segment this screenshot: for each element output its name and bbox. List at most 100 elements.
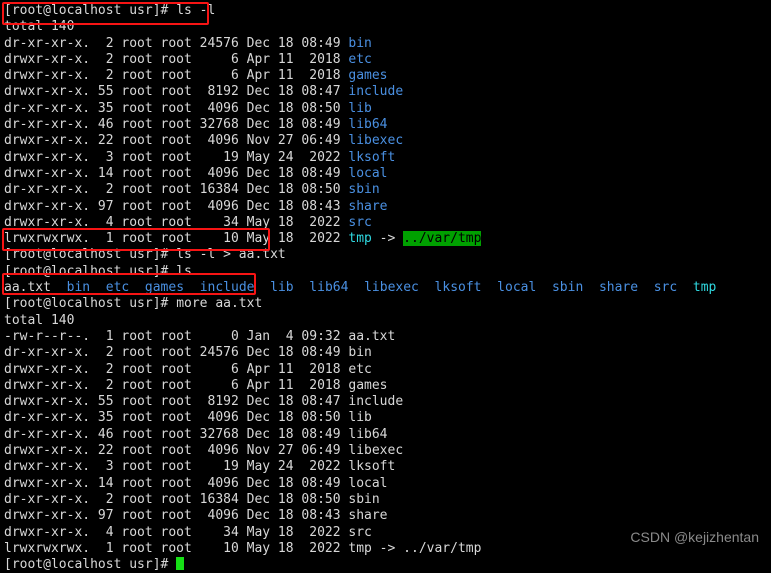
file-meta: dr-xr-xr-x. 2 root root 16384 Dec 18 08:… <box>4 491 349 507</box>
file-row: dr-xr-xr-x. 46 root root 32768 Dec 18 08… <box>4 117 771 133</box>
file-name: games <box>348 377 388 393</box>
file-meta: drwxr-xr-x. 4 root root 34 May 18 2022 <box>4 214 349 230</box>
file-row: drwxr-xr-x. 22 root root 4096 Nov 27 06:… <box>4 133 771 149</box>
file-row: drwxr-xr-x. 3 root root 19 May 24 2022 l… <box>4 459 771 475</box>
file-name: sbin <box>348 182 380 198</box>
file-name: tmp -> ../var/tmp <box>348 540 482 556</box>
file-name: libexec <box>348 443 404 459</box>
prompt-line: [root@localhost usr]# more aa.txt <box>4 296 771 312</box>
prompt-line: [root@localhost usr]# ls -l <box>4 3 771 19</box>
command-ls: ls <box>176 263 192 279</box>
file-meta: dr-xr-xr-x. 2 root root 24576 Dec 18 08:… <box>4 35 349 51</box>
file-name: lib <box>348 410 372 426</box>
file-meta: drwxr-xr-x. 4 root root 34 May 18 2022 <box>4 524 349 540</box>
file-name: include <box>348 394 404 410</box>
file-meta: drwxr-xr-x. 22 root root 4096 Nov 27 06:… <box>4 133 349 149</box>
ls-entry: lksoft <box>434 280 482 296</box>
prompt-line: [root@localhost usr]# ls <box>4 264 771 280</box>
file-meta: drwxr-xr-x. 22 root root 4096 Nov 27 06:… <box>4 443 349 459</box>
file-meta: -rw-r--r--. 1 root root 0 Jan 4 09:32 <box>4 328 349 344</box>
file-name: lib64 <box>348 117 388 133</box>
file-name: etc <box>348 361 372 377</box>
file-meta: drwxr-xr-x. 55 root root 8192 Dec 18 08:… <box>4 394 349 410</box>
file-row: lrwxrwxrwx. 1 root root 10 May 18 2022 t… <box>4 231 771 247</box>
ls-entry: tmp <box>692 280 717 296</box>
file-meta: drwxr-xr-x. 2 root root 6 Apr 11 2018 <box>4 377 349 393</box>
file-row: dr-xr-xr-x. 2 root root 16384 Dec 18 08:… <box>4 182 771 198</box>
file-name: share <box>348 198 388 214</box>
ls-entry: lib <box>270 280 294 296</box>
ls-entry: bin <box>66 280 91 296</box>
ls-entry: src <box>653 280 678 296</box>
file-name: lib <box>348 100 372 116</box>
file-row: drwxr-xr-x. 3 root root 19 May 24 2022 l… <box>4 150 771 166</box>
command-ls-l: ls -l <box>176 3 216 18</box>
file-name: lksoft <box>348 459 396 475</box>
file-meta: lrwxrwxrwx. 1 root root 10 May 18 2022 <box>4 231 349 247</box>
shell-prompt: [root@localhost usr]# <box>4 296 177 312</box>
file-row: drwxr-xr-x. 2 root root 6 Apr 11 2018 et… <box>4 362 771 378</box>
file-row: drwxr-xr-x. 55 root root 8192 Dec 18 08:… <box>4 394 771 410</box>
ls-entry: local <box>497 280 537 296</box>
ls-entry: games <box>144 280 185 296</box>
file-row: dr-xr-xr-x. 35 root root 4096 Dec 18 08:… <box>4 410 771 426</box>
file-row: drwxr-xr-x. 14 root root 4096 Dec 18 08:… <box>4 166 771 182</box>
symlink-target: ../var/tmp <box>403 231 482 247</box>
file-row: dr-xr-xr-x. 35 root root 4096 Dec 18 08:… <box>4 101 771 117</box>
file-name: lksoft <box>348 149 396 165</box>
total-line: total 140 <box>4 313 771 329</box>
file-name: lib64 <box>348 426 388 442</box>
file-meta: drwxr-xr-x. 14 root root 4096 Dec 18 08:… <box>4 475 349 491</box>
file-name: games <box>348 68 388 84</box>
file-name: local <box>348 475 388 491</box>
file-meta: drwxr-xr-x. 2 root root 6 Apr 11 2018 <box>4 361 349 377</box>
file-row: -rw-r--r--. 1 root root 0 Jan 4 09:32 aa… <box>4 329 771 345</box>
file-row: drwxr-xr-x. 55 root root 8192 Dec 18 08:… <box>4 84 771 100</box>
file-meta: dr-xr-xr-x. 2 root root 16384 Dec 18 08:… <box>4 182 349 198</box>
ls-entry: sbin <box>551 280 584 296</box>
file-meta: dr-xr-xr-x. 46 root root 32768 Dec 18 08… <box>4 426 349 442</box>
file-row: drwxr-xr-x. 4 root root 34 May 18 2022 s… <box>4 215 771 231</box>
file-name: sbin <box>348 491 380 507</box>
file-meta: drwxr-xr-x. 97 root root 4096 Dec 18 08:… <box>4 198 349 214</box>
file-meta: drwxr-xr-x. 2 root root 6 Apr 11 2018 <box>4 68 349 84</box>
file-meta: dr-xr-xr-x. 46 root root 32768 Dec 18 08… <box>4 117 349 133</box>
file-name: share <box>348 508 388 524</box>
file-row: drwxr-xr-x. 2 root root 6 Apr 11 2018 ga… <box>4 378 771 394</box>
ls-entry: share <box>598 280 639 296</box>
file-row: drwxr-xr-x. 2 root root 6 Apr 11 2018 et… <box>4 52 771 68</box>
shell-prompt: [root@localhost usr]# <box>4 263 177 279</box>
file-name: include <box>348 84 404 100</box>
file-name: src <box>348 524 372 540</box>
file-row: dr-xr-xr-x. 2 root root 16384 Dec 18 08:… <box>4 492 771 508</box>
total-label: total 140 <box>4 312 75 328</box>
ls-entry: libexec <box>364 280 419 296</box>
command-ls-l-redirect: ls -l > aa.txt <box>176 247 286 263</box>
file-meta: dr-xr-xr-x. 35 root root 4096 Dec 18 08:… <box>4 100 349 116</box>
ls-entry: lib64 <box>309 280 349 296</box>
file-name: tmp <box>348 231 372 247</box>
file-row: drwxr-xr-x. 97 root root 4096 Dec 18 08:… <box>4 508 771 524</box>
total-label: total 140 <box>4 19 75 35</box>
file-row: drwxr-xr-x. 14 root root 4096 Dec 18 08:… <box>4 476 771 492</box>
ls-entry: include <box>199 280 255 296</box>
terminal-window[interactable]: [root@localhost usr]# ls -l total 140 dr-x… <box>0 0 771 572</box>
shell-prompt: [root@localhost usr]# <box>4 3 177 18</box>
watermark: CSDN @kejizhentan <box>630 529 759 545</box>
file-meta: drwxr-xr-x. 97 root root 4096 Dec 18 08:… <box>4 508 349 524</box>
file-name: local <box>348 165 388 181</box>
file-name: bin <box>348 345 372 361</box>
file-meta: drwxr-xr-x. 55 root root 8192 Dec 18 08:… <box>4 84 349 100</box>
symlink-arrow: -> <box>371 231 404 247</box>
file-row: drwxr-xr-x. 22 root root 4096 Nov 27 06:… <box>4 443 771 459</box>
ls-entry: aa.txt <box>4 280 51 296</box>
